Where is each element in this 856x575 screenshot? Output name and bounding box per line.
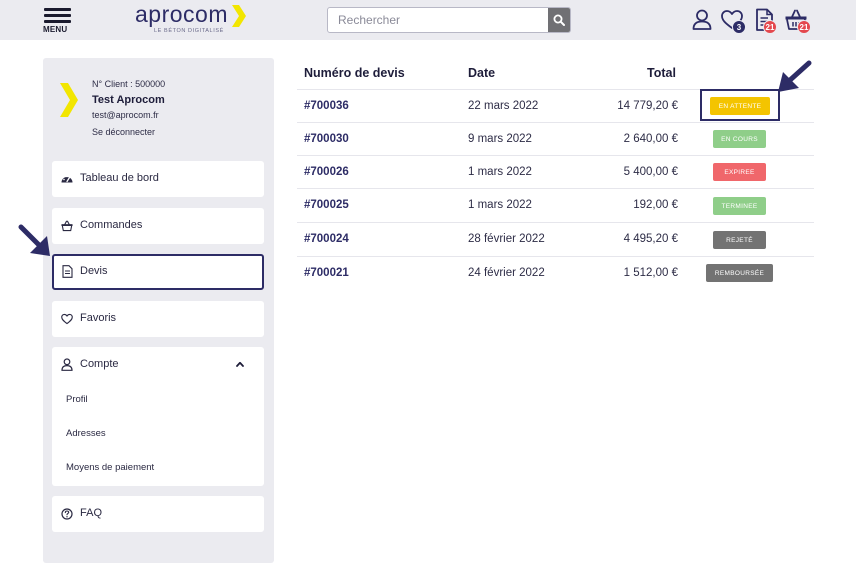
column-header-total: Total xyxy=(647,66,676,80)
user-name: Test Aprocom xyxy=(92,94,165,106)
user-icon xyxy=(692,9,712,30)
quote-number-link[interactable]: #700030 xyxy=(304,133,349,145)
quote-number-link[interactable]: #700025 xyxy=(304,199,349,211)
account-section: Compte Profil Adresses Moyens de paiemen… xyxy=(52,347,264,486)
search-bar xyxy=(327,7,571,33)
sidebar-item-account[interactable]: Compte xyxy=(52,347,264,383)
quotes-header-button[interactable]: 21 xyxy=(754,8,780,34)
quote-total: 4 495,20 € xyxy=(623,233,678,245)
annotation-arrow-icon xyxy=(18,224,50,256)
sidebar-item-quotes[interactable]: Devis xyxy=(52,254,264,290)
heart-icon xyxy=(61,312,73,325)
sidebar-item-label: Devis xyxy=(80,265,108,277)
user-email: test@aprocom.fr xyxy=(92,110,159,120)
aprocom-logo[interactable]: aprocom LE BÉTON DIGITALISÉ xyxy=(135,1,250,37)
search-input[interactable] xyxy=(328,8,549,32)
quote-date: 24 février 2022 xyxy=(468,267,545,279)
hamburger-icon-bar xyxy=(44,20,71,23)
annotation-arrow-icon xyxy=(778,60,812,92)
user-icon xyxy=(61,358,73,376)
table-row[interactable]: #700025 1 mars 2022 192,00 € TERMINEE xyxy=(297,188,814,221)
quote-total: 5 400,00 € xyxy=(623,166,678,178)
gauge-icon xyxy=(61,172,73,185)
status-badge: EN COURS xyxy=(713,130,766,148)
document-icon xyxy=(61,265,73,278)
quotes-count-badge: 21 xyxy=(763,20,777,34)
table-row[interactable]: #700024 28 février 2022 4 495,20 € REJET… xyxy=(297,222,814,255)
user-info: N° Client : 500000 Test Aprocom test@apr… xyxy=(92,79,165,137)
cart-header-button[interactable]: 21 xyxy=(784,8,811,34)
sidebar-item-label: Tableau de bord xyxy=(80,172,159,184)
sidebar-subitem-profile[interactable]: Profil xyxy=(66,394,88,405)
quote-total: 1 512,00 € xyxy=(623,267,678,279)
logo-tagline: LE BÉTON DIGITALISÉ xyxy=(154,28,224,34)
status-highlight-frame xyxy=(700,89,780,121)
quote-date: 1 mars 2022 xyxy=(468,166,532,178)
favorites-header-button[interactable]: 3 xyxy=(720,8,746,34)
column-header-number: Numéro de devis xyxy=(304,66,405,80)
sidebar-item-label: Favoris xyxy=(80,312,117,324)
table-row[interactable]: #700026 1 mars 2022 5 400,00 € EXPIREE xyxy=(297,155,814,188)
column-header-date: Date xyxy=(468,66,496,80)
basket-icon xyxy=(61,219,73,232)
cart-count-badge: 21 xyxy=(797,20,811,34)
status-badge: REJETÉ xyxy=(713,231,766,249)
quote-total: 192,00 € xyxy=(633,199,678,211)
status-badge: TERMINEE xyxy=(713,197,766,215)
top-header: MENU aprocom LE BÉTON DIGITALISÉ 3 xyxy=(0,0,856,40)
sidebar-item-dashboard[interactable]: Tableau de bord xyxy=(52,161,264,197)
sidebar-item-label: FAQ xyxy=(80,507,103,519)
table-row[interactable]: #700021 24 février 2022 1 512,00 € REMBO… xyxy=(297,256,814,289)
quote-total: 14 779,20 € xyxy=(617,100,678,112)
search-icon xyxy=(553,14,565,26)
logo-chevron-icon xyxy=(232,5,246,27)
search-button[interactable] xyxy=(548,8,570,32)
quote-number-link[interactable]: #700036 xyxy=(304,100,349,112)
quote-number-link[interactable]: #700024 xyxy=(304,233,349,245)
menu-label: MENU xyxy=(43,25,68,34)
sidebar-subitem-addresses[interactable]: Adresses xyxy=(66,428,106,439)
quote-date: 28 février 2022 xyxy=(468,233,545,245)
hamburger-icon-bar xyxy=(44,14,71,17)
account-sidebar: N° Client : 500000 Test Aprocom test@apr… xyxy=(43,58,274,563)
sidebar-subitem-payment[interactable]: Moyens de paiement xyxy=(66,462,154,473)
client-number: N° Client : 500000 xyxy=(92,79,166,89)
sidebar-item-faq[interactable]: FAQ xyxy=(52,496,264,532)
status-badge: EXPIREE xyxy=(713,163,766,181)
quote-date: 9 mars 2022 xyxy=(468,133,532,145)
sidebar-item-label: Compte xyxy=(80,358,119,370)
brand-chevron-icon xyxy=(60,83,78,117)
status-badge: REMBOURSÉE xyxy=(706,264,773,282)
logout-link[interactable]: Se déconnecter xyxy=(92,127,165,137)
help-circle-icon xyxy=(61,507,73,520)
hamburger-icon xyxy=(44,8,71,11)
quote-date: 22 mars 2022 xyxy=(468,100,539,112)
quote-date: 1 mars 2022 xyxy=(468,199,532,211)
quote-number-link[interactable]: #700026 xyxy=(304,166,349,178)
favorites-count-badge: 3 xyxy=(732,20,746,34)
sidebar-item-orders[interactable]: Commandes xyxy=(52,208,264,244)
sidebar-item-favorites[interactable]: Favoris xyxy=(52,301,264,337)
account-button[interactable] xyxy=(690,8,716,34)
logo-text: aprocom xyxy=(135,1,228,27)
menu-button[interactable]: MENU xyxy=(43,7,73,35)
quote-total: 2 640,00 € xyxy=(623,133,678,145)
table-row[interactable]: #700030 9 mars 2022 2 640,00 € EN COURS xyxy=(297,122,814,155)
quote-number-link[interactable]: #700021 xyxy=(304,267,349,279)
sidebar-item-label: Commandes xyxy=(80,219,143,231)
chevron-up-icon xyxy=(236,361,244,367)
